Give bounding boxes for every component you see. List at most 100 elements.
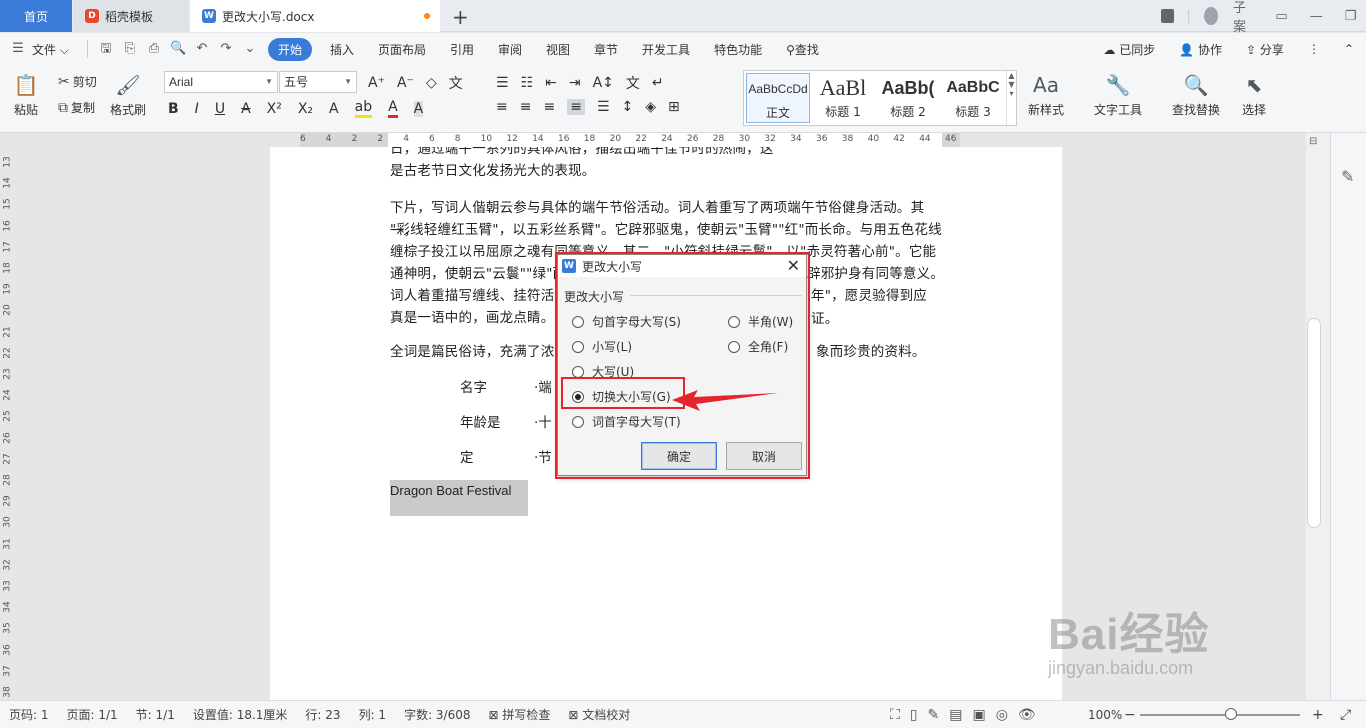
menu-find[interactable]: ⚲查找 [774, 41, 831, 58]
text-tools-button[interactable]: 🔧 文字工具 [1094, 71, 1142, 118]
status-row[interactable]: 行: 23 [296, 706, 349, 723]
vertical-ruler[interactable]: 13 14 15 16 17 18 19 20 21 22 23 24 25 26 27 28 29 30 31 32… [0, 147, 16, 700]
status-section[interactable]: 节: 1/1 [127, 706, 184, 723]
status-page[interactable]: 页面: 1/1 [58, 706, 127, 723]
bold-icon[interactable]: B [168, 101, 179, 117]
new-tab-button[interactable]: + [452, 5, 469, 29]
align-center-icon[interactable]: ≡ [520, 99, 532, 115]
strikethrough-icon[interactable]: A [241, 101, 251, 117]
style-heading-3[interactable]: AaBbC 标题 3 [942, 73, 1004, 123]
show-marks-icon[interactable]: ↵ [652, 75, 664, 91]
print-preview-icon[interactable]: 🔍 [170, 41, 186, 57]
spell-check-button[interactable]: ⊠ 拼写检查 [480, 706, 560, 723]
align-left-icon[interactable]: ≡ [496, 99, 508, 115]
status-setting[interactable]: 设置值: 18.1厘米 [184, 706, 297, 723]
grow-font-icon[interactable]: A⁺ [368, 75, 385, 91]
chinese-layout-icon[interactable]: 文 [626, 73, 640, 93]
font-size-select[interactable]: 五号 ▼ [279, 71, 357, 93]
font-name-select[interactable]: Arial ▼ [164, 71, 278, 93]
save-icon[interactable]: 🖫 [98, 41, 114, 57]
more-icon[interactable]: ⋮ [1296, 42, 1332, 56]
window-count-badge[interactable]: 1 [1161, 9, 1174, 23]
copy-button[interactable]: ⧉ 复制 [58, 99, 95, 116]
menu-page-layout[interactable]: 页面布局 [366, 41, 438, 58]
collab-button[interactable]: 👤 协作 [1167, 41, 1234, 58]
quick-access-dropdown-icon[interactable]: ⌄ [242, 41, 258, 57]
selected-text[interactable]: Dragon Boat Festival [390, 480, 528, 516]
find-replace-button[interactable]: 🔍 查找替换 [1172, 71, 1220, 118]
cut-button[interactable]: ✂ 剪切 [58, 73, 97, 90]
avatar[interactable] [1203, 7, 1219, 25]
view-mode-icons[interactable]: ⛶▯✎▤▣◎👁 [890, 707, 1046, 723]
borders-icon[interactable]: ⊞ [668, 99, 680, 115]
zoom-slider-knob[interactable] [1225, 708, 1237, 720]
justify-icon[interactable]: ≡ [567, 99, 585, 115]
style-gallery-scroll[interactable]: ▲ ▼ ▾ [1006, 71, 1016, 125]
superscript-icon[interactable]: X² [267, 101, 282, 117]
share-button[interactable]: ⇪ 分享 [1234, 41, 1296, 58]
style-heading-1[interactable]: AaBl 标题 1 [812, 73, 874, 123]
increase-indent-icon[interactable]: ⇥ [569, 75, 581, 91]
subscript-icon[interactable]: X₂ [298, 101, 313, 117]
paste-button[interactable]: 📋 粘贴 [12, 71, 40, 118]
text-direction-icon[interactable]: A↕ [593, 75, 614, 91]
menu-references[interactable]: 引用 [438, 41, 486, 58]
menu-review[interactable]: 审阅 [486, 41, 534, 58]
shading-icon[interactable]: ◈ [645, 99, 656, 115]
status-col[interactable]: 列: 1 [350, 706, 396, 723]
style-heading-2[interactable]: AaBb( 标题 2 [876, 73, 940, 123]
new-style-button[interactable]: Aa 新样式 [1028, 71, 1064, 118]
text-effect-icon[interactable]: A [329, 101, 339, 117]
status-words[interactable]: 字数: 3/608 [395, 706, 479, 723]
pen-icon[interactable]: ✎ [1341, 167, 1354, 186]
tab-document[interactable]: W 更改大小写.docx [190, 0, 440, 32]
redo-icon[interactable]: ↷ [218, 41, 234, 57]
collapse-ribbon-icon[interactable]: ⌃ [1332, 42, 1366, 56]
line-spacing-icon[interactable]: ↕ [622, 99, 634, 115]
menu-section[interactable]: 章节 [582, 41, 630, 58]
restore-layout-icon[interactable]: ▭ [1275, 9, 1287, 24]
font-color-icon[interactable]: A [388, 99, 398, 118]
highlight-icon[interactable]: ab [354, 99, 373, 118]
user-name[interactable]: 子案 [1233, 0, 1253, 35]
numbered-list-icon[interactable]: ☷ [521, 75, 534, 91]
menu-file[interactable]: 文件 ⌵ [30, 41, 81, 58]
menu-developer[interactable]: 开发工具 [630, 41, 702, 58]
shrink-font-icon[interactable]: A⁻ [397, 75, 414, 91]
italic-icon[interactable]: I [195, 101, 199, 117]
undo-icon[interactable]: ↶ [194, 41, 210, 57]
status-page-code[interactable]: 页码: 1 [0, 706, 58, 723]
char-shading-icon[interactable]: A [413, 100, 424, 117]
distribute-icon[interactable]: ☰ [597, 99, 610, 115]
zoom-slider[interactable] [1140, 714, 1300, 716]
hamburger-icon[interactable]: ☰ [10, 41, 26, 57]
proofread-button[interactable]: ⊠ 文档校对 [559, 706, 639, 723]
fit-page-icon[interactable]: ⤢ [1340, 707, 1351, 723]
print-icon[interactable]: ⎙ [146, 41, 162, 57]
zoom-level[interactable]: 100% [1088, 708, 1122, 722]
menu-insert[interactable]: 插入 [318, 41, 366, 58]
zoom-out-icon[interactable]: − [1124, 707, 1136, 723]
decrease-indent-icon[interactable]: ⇤ [545, 75, 557, 91]
vertical-scrollbar[interactable] [1307, 318, 1321, 528]
export-icon[interactable]: ⎘ [122, 41, 138, 57]
underline-icon[interactable]: U [215, 101, 225, 117]
sync-status[interactable]: ☁ 已同步 [1091, 41, 1167, 58]
zoom-in-icon[interactable]: + [1312, 707, 1324, 723]
maximize-icon[interactable]: ❐ [1345, 9, 1357, 24]
bullet-list-icon[interactable]: ☰ [496, 75, 509, 91]
menu-view[interactable]: 视图 [534, 41, 582, 58]
menu-features[interactable]: 特色功能 [702, 41, 774, 58]
phonetic-icon[interactable]: 文 [449, 73, 463, 93]
select-button[interactable]: ⬉ 选择 [1240, 71, 1268, 118]
style-normal[interactable]: AaBbCcDd 正文 [746, 73, 810, 123]
minimize-icon[interactable]: — [1310, 9, 1323, 24]
format-painter-button[interactable]: 🖌 格式刷 [110, 71, 146, 118]
clear-format-icon[interactable]: ◇ [426, 75, 437, 91]
align-right-icon[interactable]: ≡ [543, 99, 555, 115]
tab-template[interactable]: D 稻壳模板 [73, 0, 189, 32]
tab-home[interactable]: 首页 [0, 0, 72, 32]
horizontal-ruler[interactable]: 6 4 2 2 4 6 8 10 12 14 16 18 20 22 24 26 28 30 32 34 36 38 40 4… [0, 133, 1366, 147]
menu-home[interactable]: 开始 [267, 37, 312, 61]
scroll-up-icon[interactable]: ⊟ [1309, 136, 1317, 147]
